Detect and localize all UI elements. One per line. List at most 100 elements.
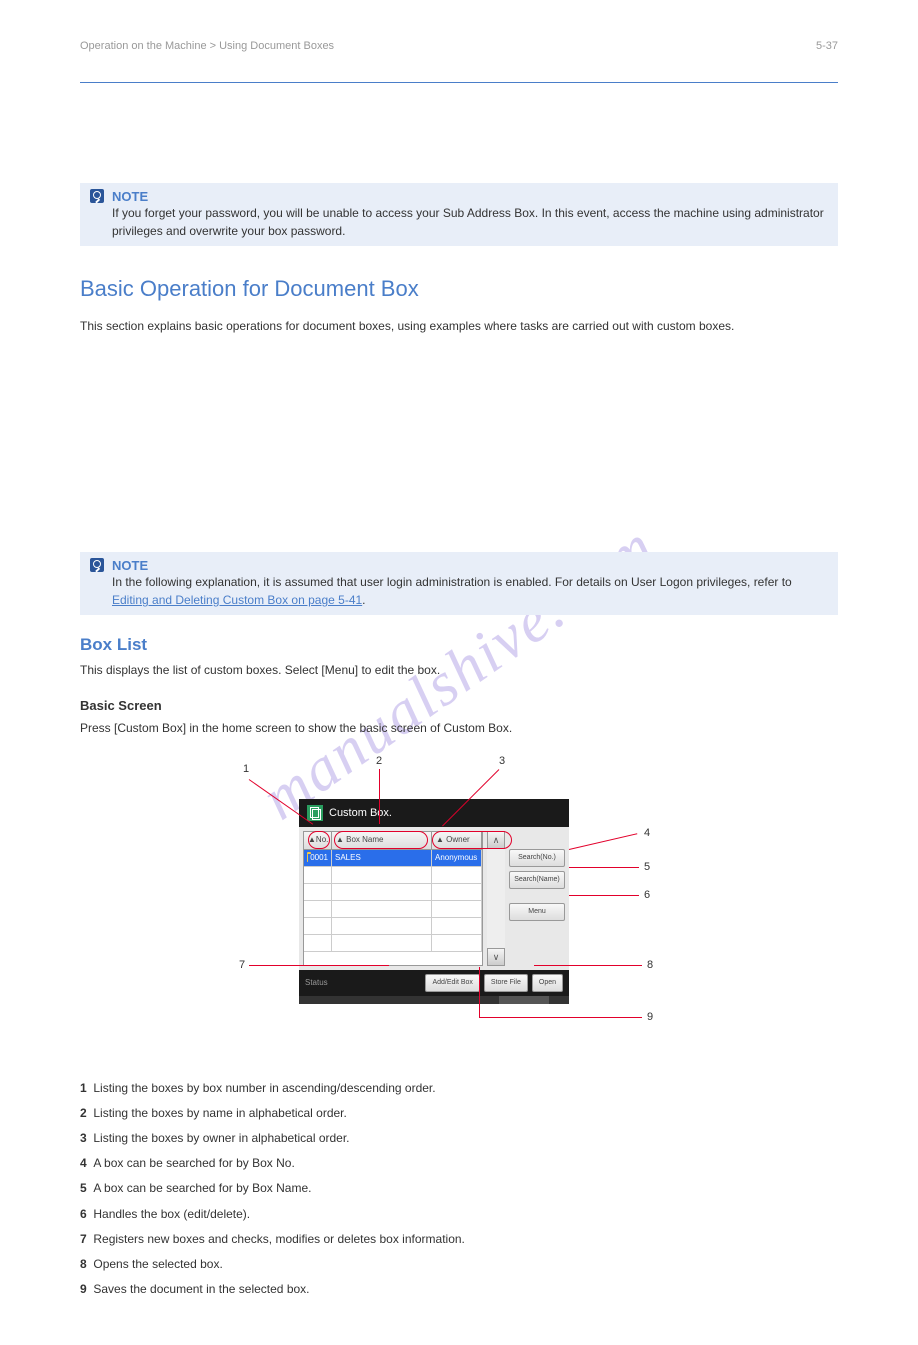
legend-text: Registers new boxes and checks, modifies… — [93, 1232, 465, 1246]
leader-5 — [569, 867, 639, 868]
table-row[interactable]: 0001 SALES Anonymous — [304, 850, 482, 867]
callout-9: 9 — [647, 1011, 653, 1023]
note-label: NOTE — [112, 189, 828, 204]
device-panel: Custom Box. ▲No. ▲ Box Name ▲ Owner 0001 — [299, 799, 569, 979]
basic-label: Basic Screen — [80, 698, 838, 713]
leader-6 — [569, 895, 639, 896]
search-name-button[interactable]: Search(Name) — [509, 871, 565, 889]
breadcrumb: Operation on the Machine > Using Documen… — [80, 40, 838, 52]
menu-button[interactable]: Menu — [509, 903, 565, 921]
callout-oval-owner — [432, 831, 512, 849]
panel-header: Custom Box. — [299, 799, 569, 827]
note-text-before: In the following explanation, it is assu… — [112, 575, 792, 589]
header-divider — [80, 82, 838, 83]
table-rows: 0001 SALES Anonymous — [304, 850, 482, 952]
search-no-button[interactable]: Search(No.) — [509, 849, 565, 867]
legend-text: Listing the boxes by owner in alphabetic… — [93, 1131, 349, 1145]
callout-2: 2 — [376, 755, 382, 767]
screenshot-area: 1 2 3 4 5 6 7 8 9 Custom Box. ▲No. ▲ Box — [249, 799, 669, 1039]
legend-text: Listing the boxes by name in alphabetica… — [93, 1106, 347, 1120]
basic-desc: Press [Custom Box] in the home screen to… — [80, 719, 838, 738]
legend-6: 6 Handles the box (edit/delete). — [80, 1205, 838, 1224]
legend-num: 3 — [80, 1131, 87, 1145]
legend-text: Saves the document in the selected box. — [93, 1282, 309, 1296]
legend-5: 5 A box can be searched for by Box Name. — [80, 1179, 838, 1198]
section-intro: This section explains basic operations f… — [80, 317, 838, 336]
panel-bottom — [299, 996, 569, 1004]
custom-box-icon — [307, 805, 323, 821]
open-button[interactable]: Open — [532, 974, 563, 992]
note-text: In the following explanation, it is assu… — [112, 573, 828, 609]
legend-3: 3 Listing the boxes by owner in alphabet… — [80, 1129, 838, 1148]
callout-oval-no — [308, 831, 330, 849]
callout-oval-name — [334, 831, 428, 849]
store-file-button[interactable]: Store File — [484, 974, 528, 992]
callout-5: 5 — [644, 861, 650, 873]
scroll-track[interactable] — [487, 849, 505, 948]
callout-4: 4 — [644, 827, 650, 839]
table-row[interactable] — [304, 884, 482, 901]
note-icon — [90, 189, 104, 203]
legend-7: 7 Registers new boxes and checks, modifi… — [80, 1230, 838, 1249]
boxlist-title: Box List — [80, 635, 838, 655]
note-text: If you forget your password, you will be… — [112, 204, 828, 240]
note-box-1: NOTE If you forget your password, you wi… — [80, 183, 838, 246]
legend-text: Handles the box (edit/delete). — [93, 1207, 250, 1221]
note-text-after: . — [362, 593, 365, 607]
table-header: ▲No. ▲ Box Name ▲ Owner — [304, 832, 482, 850]
legend-9: 9 Saves the document in the selected box… — [80, 1280, 838, 1299]
scrollbar: ∧ ∨ — [487, 831, 505, 966]
leader-8 — [534, 965, 642, 966]
leader-4 — [569, 833, 637, 850]
callout-6: 6 — [644, 889, 650, 901]
legend-num: 8 — [80, 1257, 87, 1271]
legend-num: 2 — [80, 1106, 87, 1120]
note-box-2: NOTE In the following explanation, it is… — [80, 552, 838, 615]
table-row[interactable] — [304, 867, 482, 884]
panel-footer: Status Add/Edit Box Store File Open — [299, 970, 569, 996]
cell-name: SALES — [332, 850, 432, 866]
table-row[interactable] — [304, 918, 482, 935]
leader-9v — [479, 967, 480, 1017]
legend-2: 2 Listing the boxes by name in alphabeti… — [80, 1104, 838, 1123]
legend-text: Opens the selected box. — [93, 1257, 222, 1271]
legend-num: 1 — [80, 1081, 87, 1095]
leader-9h — [479, 1017, 642, 1018]
legend-text: Listing the boxes by box number in ascen… — [93, 1081, 435, 1095]
legend-num: 9 — [80, 1282, 87, 1296]
table-row[interactable] — [304, 901, 482, 918]
callout-1: 1 — [243, 763, 249, 775]
leader-2 — [379, 769, 380, 824]
legend-4: 4 A box can be searched for by Box No. — [80, 1154, 838, 1173]
note-link[interactable]: Editing and Deleting Custom Box on page … — [112, 593, 362, 607]
side-buttons: Search(No.) Search(Name) Menu — [509, 831, 565, 966]
legend-text: A box can be searched for by Box Name. — [93, 1181, 311, 1195]
panel-body: ▲No. ▲ Box Name ▲ Owner 0001 SALES Anony… — [299, 827, 569, 970]
add-edit-button[interactable]: Add/Edit Box — [425, 974, 479, 992]
legend-num: 6 — [80, 1207, 87, 1221]
legend-num: 5 — [80, 1181, 87, 1195]
page-number: 5-37 — [816, 40, 838, 52]
leader-7 — [249, 965, 389, 966]
table-area: ▲No. ▲ Box Name ▲ Owner 0001 SALES Anony… — [303, 831, 483, 966]
cell-owner: Anonymous — [432, 850, 482, 866]
legend-text: A box can be searched for by Box No. — [93, 1156, 294, 1170]
folder-icon — [307, 854, 308, 862]
cell-no: 0001 — [304, 850, 332, 866]
section-title: Basic Operation for Document Box — [80, 276, 838, 302]
footer-status: Status — [305, 978, 421, 987]
panel-tab — [499, 996, 549, 1004]
row-no-text: 0001 — [310, 853, 328, 862]
breadcrumb-text: Operation on the Machine > Using Documen… — [80, 40, 334, 52]
table-row[interactable] — [304, 935, 482, 952]
callout-3: 3 — [499, 755, 505, 767]
legend-num: 4 — [80, 1156, 87, 1170]
note-label: NOTE — [112, 558, 828, 573]
boxlist-desc: This displays the list of custom boxes. … — [80, 661, 838, 680]
callout-8: 8 — [647, 959, 653, 971]
callout-7: 7 — [239, 959, 245, 971]
panel-title: Custom Box. — [329, 807, 392, 819]
note-icon — [90, 558, 104, 572]
scroll-down-button[interactable]: ∨ — [487, 948, 505, 966]
legend-1: 1 Listing the boxes by box number in asc… — [80, 1079, 838, 1098]
